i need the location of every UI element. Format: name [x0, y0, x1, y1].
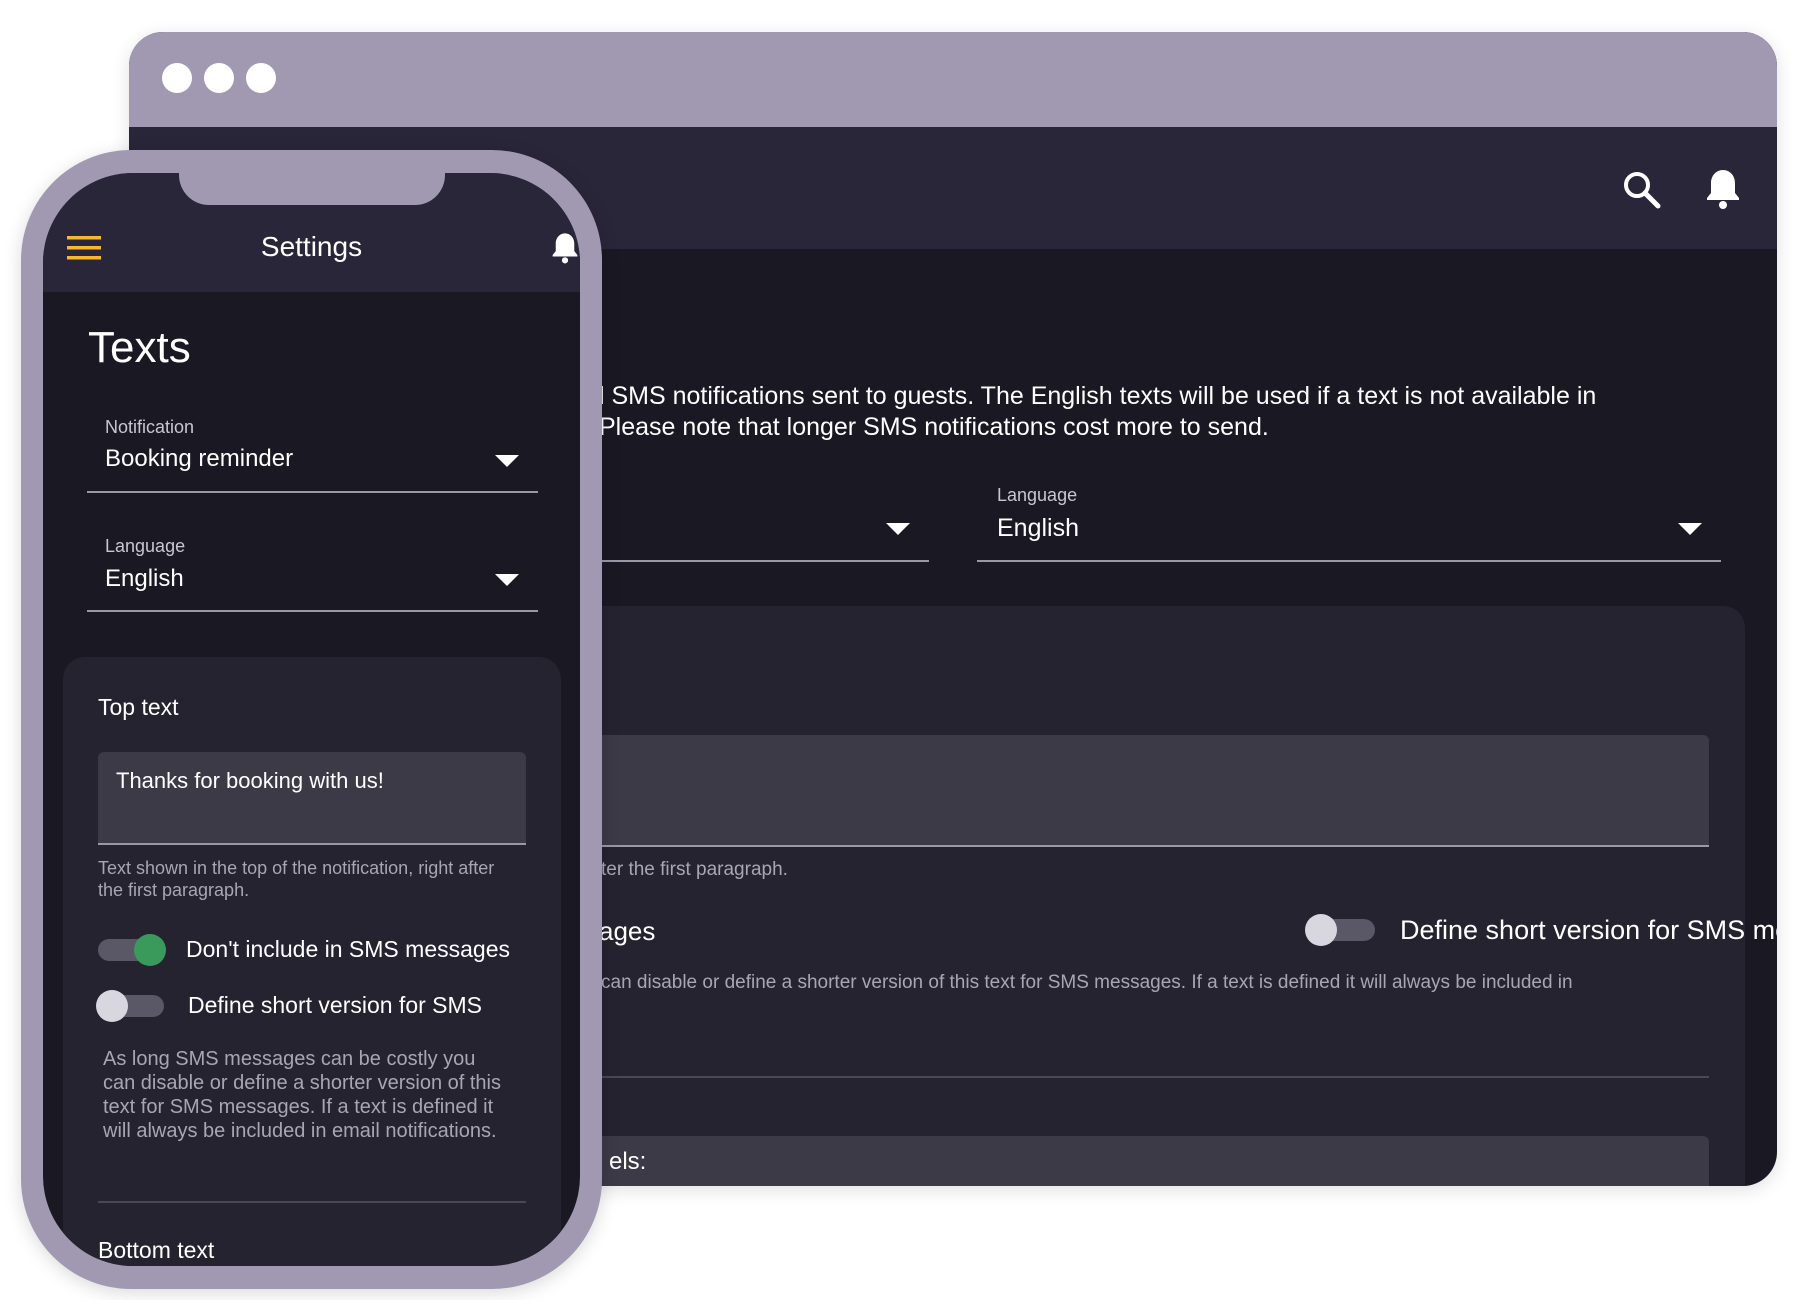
window-dot-close[interactable] [162, 63, 192, 93]
top-text-title: Top text [98, 694, 179, 720]
top-text-field[interactable]: Thanks for booking with us! [98, 752, 526, 845]
dont-include-label: Don't include in SMS messages [186, 936, 510, 962]
bottom-text-title: Bottom text [98, 1237, 215, 1263]
mobile-phone-frame: Settings Texts Notification Booking remi… [21, 150, 602, 1289]
top-text-card: Top text Thanks for booking with us! Tex… [63, 657, 561, 1266]
chevron-down-icon [1678, 523, 1702, 535]
notification-label: Notification [105, 417, 195, 437]
short-version-label: Define short version for SMS [188, 992, 483, 1018]
language-value: English [997, 514, 1079, 542]
language-label: Language [997, 485, 1078, 505]
page-title: Texts [88, 323, 191, 372]
phone-screen: Settings Texts Notification Booking remi… [43, 173, 580, 1266]
language-label: Language [105, 536, 186, 556]
search-icon[interactable] [1622, 170, 1662, 210]
labels-field-text: els: [609, 1148, 647, 1175]
toggle-knob [134, 934, 166, 966]
chevron-down-icon[interactable] [886, 523, 910, 535]
description-line-2: Please note that longer SMS notification… [599, 413, 1269, 441]
language-underline [977, 560, 1721, 562]
window-dot-minimize[interactable] [204, 63, 234, 93]
chevron-down-icon [495, 574, 519, 586]
top-text-field[interactable] [509, 735, 1709, 847]
top-text-value: Thanks for booking with us! [116, 768, 384, 793]
browser-titlebar [129, 32, 1777, 127]
header-title: Settings [260, 231, 363, 262]
short-version-label: Define short version for SMS messages [1400, 915, 1777, 945]
dont-include-label: ages [599, 916, 656, 946]
bell-icon[interactable] [1705, 167, 1741, 211]
short-version-toggle[interactable] [1305, 914, 1375, 946]
description-line-1: l SMS notifications sent to guests. The … [599, 382, 1597, 410]
phone-notch [179, 173, 445, 205]
chevron-down-icon [495, 455, 519, 467]
toggle-knob [96, 990, 128, 1022]
notification-underline [87, 491, 538, 493]
toggle-knob [1305, 914, 1337, 946]
dont-include-toggle[interactable] [98, 934, 166, 966]
language-underline [87, 610, 538, 612]
short-version-toggle[interactable] [96, 990, 164, 1022]
sms-helper: can disable or define a shorter version … [601, 972, 1573, 993]
bell-icon[interactable] [551, 231, 579, 265]
divider [98, 1201, 526, 1203]
divider [509, 1076, 1709, 1078]
notification-value: Booking reminder [105, 445, 294, 472]
window-dot-maximize[interactable] [246, 63, 276, 93]
top-text-helper: ter the first paragraph. [601, 859, 788, 880]
language-value: English [105, 565, 184, 592]
labels-field[interactable]: els: [509, 1136, 1709, 1186]
texts-card: ter the first paragraph. ages Define sho… [509, 606, 1777, 1186]
top-text-helper: Text shown in the top of the notificatio… [98, 858, 495, 900]
sms-description: As long SMS messages can be costly you c… [103, 1048, 501, 1142]
